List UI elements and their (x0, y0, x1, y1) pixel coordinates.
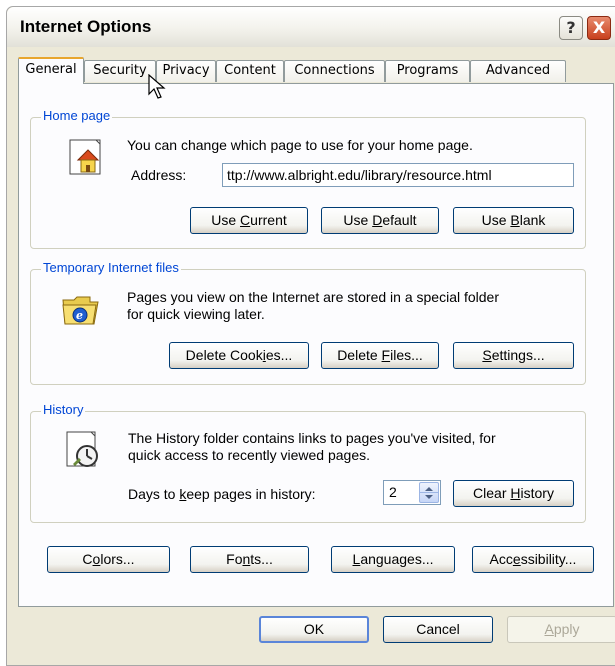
delete-files-label-rest: iles... (390, 347, 423, 363)
accessibility-label: Acc (489, 551, 513, 567)
accessibility-button[interactable]: Accessibility... (472, 546, 594, 573)
tab-connections[interactable]: Connections (284, 60, 385, 82)
home-page-legend: Home page (41, 108, 113, 123)
home-page-icon (69, 139, 101, 175)
history-description-1: The History folder contains links to pag… (128, 430, 496, 446)
days-spinbox[interactable]: 2 (383, 480, 441, 505)
spin-divider (420, 492, 438, 493)
help-button[interactable]: ? (559, 16, 583, 40)
settings-accesskey: S (482, 347, 492, 363)
use-blank-label-rest: lank (519, 212, 546, 228)
days-label: Days to keep pages in history: (128, 486, 316, 503)
spin-down-icon[interactable] (425, 495, 433, 499)
mouse-pointer-icon (148, 74, 166, 99)
history-legend: History (41, 402, 86, 417)
accessibility-accesskey: e (512, 551, 521, 567)
tab-content[interactable]: Content (216, 60, 284, 82)
use-current-label: Use (211, 212, 241, 228)
languages-button[interactable]: Languages... (331, 546, 455, 573)
use-blank-label: Use (481, 212, 511, 228)
use-default-accesskey: D (372, 212, 383, 228)
settings-button[interactable]: Settings... (453, 342, 574, 369)
close-button[interactable]: X (587, 16, 611, 40)
clear-history-label: Clear (473, 485, 511, 501)
ie-folder-icon: e (62, 296, 99, 325)
delete-files-label: Delete (337, 347, 382, 363)
svg-text:e: e (76, 309, 83, 322)
clear-history-accesskey: H (510, 485, 521, 501)
delete-files-button[interactable]: Delete Files... (321, 342, 439, 369)
delete-cookies-label: Delete Cook (185, 347, 263, 363)
colors-label: C (82, 551, 93, 567)
use-current-button[interactable]: Use Current (190, 207, 308, 234)
spin-up-icon[interactable] (425, 487, 433, 491)
languages-label-rest: anguages... (360, 551, 434, 567)
use-default-button[interactable]: Use Default (321, 207, 439, 234)
clear-history-label-rest: istory (520, 485, 554, 501)
accessibility-label-rest: ssibility... (520, 551, 577, 567)
title-bar[interactable]: Internet Options ? X (7, 7, 615, 47)
apply-button[interactable]: Apply (507, 616, 615, 643)
delete-cookies-label-rest: es... (265, 347, 293, 363)
temp-files-legend: Temporary Internet files (41, 260, 181, 275)
fonts-label: Fo (226, 551, 243, 567)
ok-button[interactable]: OK (259, 616, 369, 643)
apply-label-rest: pply (553, 621, 580, 637)
tab-general[interactable]: General (18, 57, 84, 84)
temp-files-description-2: for quick viewing later. (127, 306, 265, 322)
delete-files-accesskey: F (381, 347, 391, 363)
address-input[interactable]: ttp://www.albright.edu/library/resource.… (222, 163, 574, 187)
fonts-label-rest: ts... (250, 551, 273, 567)
address-label: Address: (131, 167, 187, 183)
days-label-text: Days to (128, 486, 180, 502)
colors-button[interactable]: Colors... (47, 546, 170, 573)
window-title: Internet Options (20, 17, 152, 36)
use-blank-button[interactable]: Use Blank (453, 207, 574, 234)
delete-cookies-button[interactable]: Delete Cookies... (169, 342, 309, 369)
use-current-label-rest: urrent (250, 212, 287, 228)
tab-programs[interactable]: Programs (385, 60, 470, 82)
use-current-accesskey: C (240, 212, 251, 228)
clear-history-button[interactable]: Clear History (453, 480, 574, 507)
days-label-text-rest: eep pages in history: (186, 486, 316, 502)
history-icon (66, 431, 98, 467)
home-page-description: You can change which page to use for you… (127, 137, 473, 153)
tab-security[interactable]: Security (84, 60, 156, 82)
use-default-label-rest: efault (382, 212, 417, 228)
colors-label-rest: lors... (100, 551, 135, 567)
history-description-2: quick access to recently viewed pages. (128, 447, 371, 463)
tab-advanced[interactable]: Advanced (470, 60, 566, 82)
use-default-label: Use (343, 212, 373, 228)
use-blank-accesskey: B (510, 212, 520, 228)
fonts-button[interactable]: Fonts... (190, 546, 309, 573)
days-value[interactable]: 2 (389, 484, 397, 500)
days-spin-buttons[interactable] (419, 482, 439, 503)
temp-files-description-1: Pages you view on the Internet are store… (127, 289, 499, 305)
settings-label-rest: ettings... (491, 347, 545, 363)
apply-accesskey: A (544, 621, 554, 637)
cancel-button[interactable]: Cancel (383, 616, 493, 643)
